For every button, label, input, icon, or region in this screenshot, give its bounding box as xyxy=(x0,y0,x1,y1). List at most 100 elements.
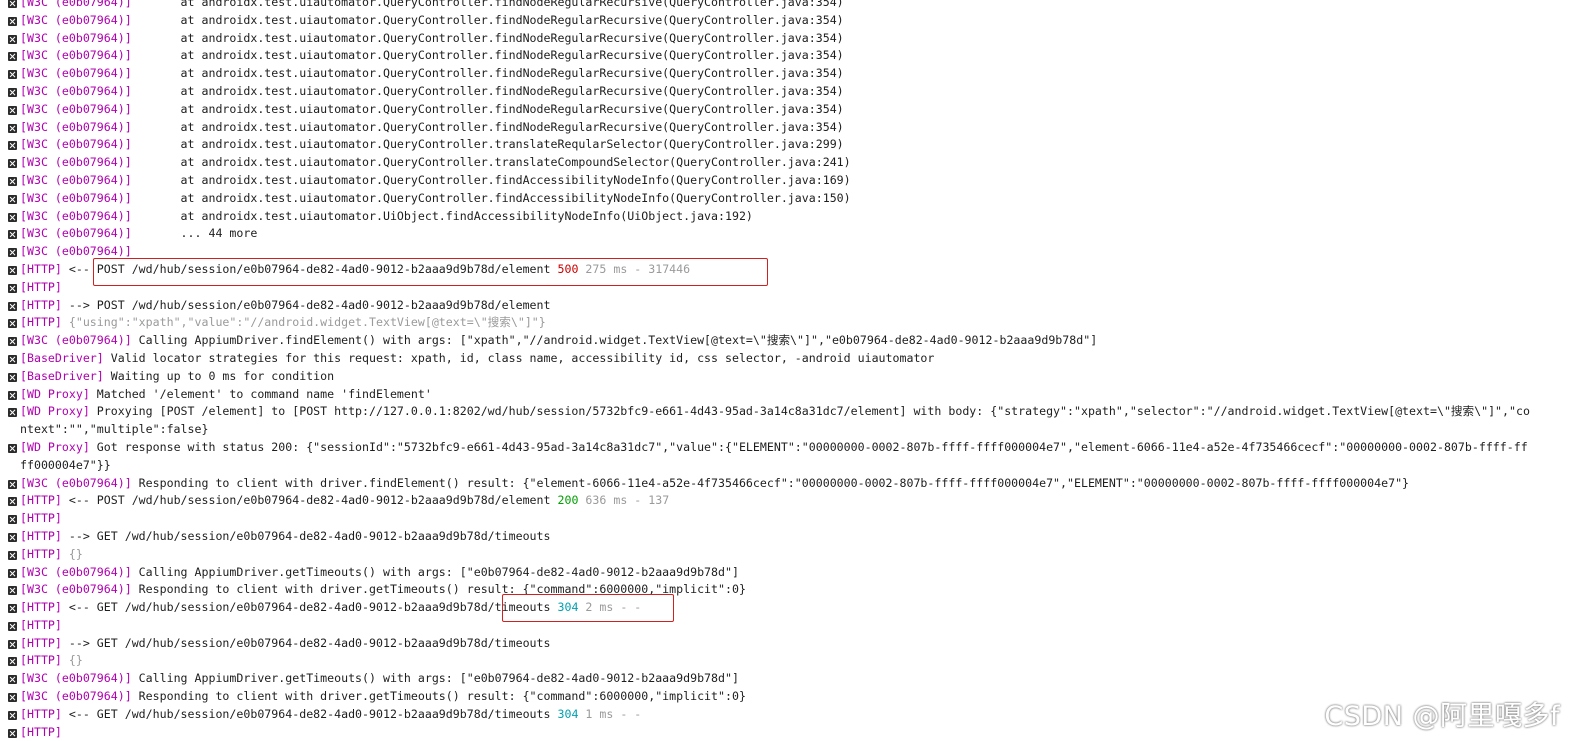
log-line: [HTTP] {"using":"xpath","value":"//andro… xyxy=(0,314,1590,332)
log-message: at androidx.test.uiautomator.QueryContro… xyxy=(131,48,844,63)
log-line: [HTTP] --> GET /wd/hub/session/e0b07964-… xyxy=(0,635,1590,653)
log-message: at androidx.test.uiautomator.QueryContro… xyxy=(131,190,851,205)
log-line: [W3C (e0b07964)] ... 44 more xyxy=(0,225,1590,243)
log-body: {"using":"xpath","value":"//android.widg… xyxy=(61,315,546,330)
log-line: [HTTP] xyxy=(0,510,1590,528)
error-x-icon xyxy=(8,159,17,169)
error-x-icon xyxy=(8,479,17,489)
log-line: [W3C (e0b07964)] Calling AppiumDriver.fi… xyxy=(0,332,1590,350)
error-x-icon xyxy=(8,604,17,614)
error-x-icon xyxy=(8,568,17,578)
log-message: Responding to client with driver.getTime… xyxy=(131,689,746,704)
error-x-icon xyxy=(8,372,17,382)
log-tag: [W3C (e0b07964)] xyxy=(20,172,132,187)
log-message: Proxying [POST /element] to [POST http:/… xyxy=(20,404,1530,437)
log-message: Got response with status 200: {"sessionI… xyxy=(20,439,1528,472)
error-x-icon xyxy=(8,212,17,222)
watermark: CSDN @阿里嘎多f xyxy=(1324,701,1560,732)
log-message: <-- POST /wd/hub/session/e0b07964-de82-4… xyxy=(61,493,558,508)
log-message: at androidx.test.uiautomator.QueryContro… xyxy=(131,0,844,9)
log-body: {} xyxy=(61,546,83,561)
log-message: Responding to client with driver.getTime… xyxy=(131,582,746,597)
log-tag: [HTTP] xyxy=(20,261,62,276)
error-x-icon xyxy=(8,248,17,258)
error-x-icon xyxy=(8,16,17,26)
log-message: at androidx.test.uiautomator.QueryContro… xyxy=(131,30,844,45)
error-x-icon xyxy=(8,675,17,685)
log-line: [W3C (e0b07964)] at androidx.test.uiauto… xyxy=(0,101,1590,119)
log-message: <-- POST /wd/hub/session/e0b07964-de82-4… xyxy=(61,261,558,276)
log-tag: [HTTP] xyxy=(20,528,62,543)
error-x-icon xyxy=(8,34,17,44)
log-tag: [HTTP] xyxy=(20,706,62,721)
http-timing: 275 ms - 317446 xyxy=(578,261,691,276)
error-x-icon xyxy=(8,657,17,667)
error-x-icon xyxy=(8,141,17,151)
error-x-icon xyxy=(8,390,17,400)
log-line: [HTTP] <-- POST /wd/hub/session/e0b07964… xyxy=(0,492,1590,510)
log-tag: [HTTP] xyxy=(20,511,62,526)
log-tag: [W3C (e0b07964)] xyxy=(20,582,132,597)
log-line: [W3C (e0b07964)] at androidx.test.uiauto… xyxy=(0,154,1590,172)
error-x-icon xyxy=(8,728,17,738)
log-message: at androidx.test.uiautomator.QueryContro… xyxy=(131,66,844,81)
console-log: [W3C (e0b07964)] at androidx.test.uiauto… xyxy=(0,0,1590,741)
error-x-icon xyxy=(8,693,17,703)
log-tag: [W3C (e0b07964)] xyxy=(20,137,132,152)
http-status-code: 200 xyxy=(557,493,579,508)
log-tag: [HTTP] xyxy=(20,724,62,739)
log-line: [WD Proxy] Matched '/element' to command… xyxy=(0,386,1590,404)
log-line: [HTTP] xyxy=(0,279,1590,297)
log-tag: [HTTP] xyxy=(20,635,62,650)
log-line: [W3C (e0b07964)] at androidx.test.uiauto… xyxy=(0,47,1590,65)
error-x-icon xyxy=(8,710,17,720)
log-message: <-- GET /wd/hub/session/e0b07964-de82-4a… xyxy=(61,600,558,615)
log-message: --> GET /wd/hub/session/e0b07964-de82-4a… xyxy=(61,528,551,543)
log-tag: [WD Proxy] xyxy=(20,404,90,419)
error-x-icon xyxy=(8,194,17,204)
error-x-icon xyxy=(8,550,17,560)
error-x-icon xyxy=(8,87,17,97)
log-tag: [W3C (e0b07964)] xyxy=(20,475,132,490)
error-x-icon xyxy=(8,301,17,311)
log-tag: [HTTP] xyxy=(20,297,62,312)
log-line: [W3C (e0b07964)] Calling AppiumDriver.ge… xyxy=(0,670,1590,688)
log-line: [HTTP] --> POST /wd/hub/session/e0b07964… xyxy=(0,297,1590,315)
log-tag: [W3C (e0b07964)] xyxy=(20,333,132,348)
log-tag: [HTTP] xyxy=(20,653,62,668)
log-message: Matched '/element' to command name 'find… xyxy=(89,386,432,401)
log-tag: [W3C (e0b07964)] xyxy=(20,564,132,579)
log-line: [W3C (e0b07964)] at androidx.test.uiauto… xyxy=(0,136,1590,154)
log-tag: [W3C (e0b07964)] xyxy=(20,101,132,116)
log-line: [HTTP] xyxy=(0,617,1590,635)
log-line: [W3C (e0b07964)] at androidx.test.uiauto… xyxy=(0,12,1590,30)
log-message: Calling AppiumDriver.getTimeouts() with … xyxy=(131,564,739,579)
log-message: at androidx.test.uiautomator.QueryContro… xyxy=(131,155,851,170)
log-line: [HTTP] <-- GET /wd/hub/session/e0b07964-… xyxy=(0,599,1590,617)
log-message: --> GET /wd/hub/session/e0b07964-de82-4a… xyxy=(61,635,551,650)
log-message: at androidx.test.uiautomator.QueryContro… xyxy=(131,119,844,134)
log-tag: [WD Proxy] xyxy=(20,386,90,401)
error-x-icon xyxy=(8,515,17,525)
log-tag: [W3C (e0b07964)] xyxy=(20,66,132,81)
error-x-icon xyxy=(8,497,17,507)
http-timing: 636 ms - 137 xyxy=(578,493,670,508)
error-x-icon xyxy=(8,230,17,240)
log-message: ... 44 more xyxy=(131,226,258,241)
log-tag: [HTTP] xyxy=(20,493,62,508)
error-x-icon xyxy=(8,443,17,453)
log-tag: [BaseDriver] xyxy=(20,368,104,383)
error-x-icon xyxy=(8,639,17,649)
log-line: [W3C (e0b07964)] at androidx.test.uiauto… xyxy=(0,65,1590,83)
log-line: [W3C (e0b07964)] at androidx.test.uiauto… xyxy=(0,190,1590,208)
log-line: [W3C (e0b07964)] Responding to client wi… xyxy=(0,475,1590,493)
log-line: [BaseDriver] Valid locator strategies fo… xyxy=(0,350,1590,368)
log-tag: [HTTP] xyxy=(20,600,62,615)
http-status-code: 304 xyxy=(557,600,579,615)
log-line: [W3C (e0b07964)] at androidx.test.uiauto… xyxy=(0,30,1590,48)
error-x-icon xyxy=(8,105,17,115)
log-line: [W3C (e0b07964)] at androidx.test.uiauto… xyxy=(0,119,1590,137)
log-message: at androidx.test.uiautomator.QueryContro… xyxy=(131,83,844,98)
log-tag: [W3C (e0b07964)] xyxy=(20,119,132,134)
error-x-icon xyxy=(8,176,17,186)
